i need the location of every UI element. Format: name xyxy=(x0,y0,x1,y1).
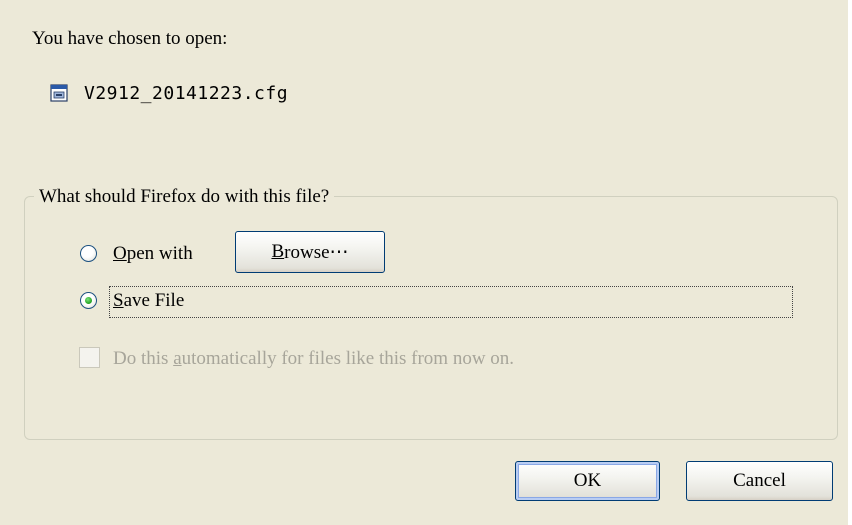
download-dialog: You have chosen to open: V2912_20141223.… xyxy=(0,0,852,525)
save-file-mnemonic: S xyxy=(113,290,124,311)
save-file-radio-dot xyxy=(85,297,92,304)
auto-mnemonic: a xyxy=(173,348,182,369)
open-with-radio[interactable] xyxy=(80,245,97,262)
browse-button[interactable]: Browse⋯ xyxy=(235,231,385,273)
groupbox-title: What should Firefox do with this file? xyxy=(34,184,335,210)
save-file-label-text: ave File xyxy=(123,290,185,311)
auto-checkbox-label[interactable]: Do this automatically for files like thi… xyxy=(113,347,514,371)
auto-label-after: utomatically for files like this from no… xyxy=(181,348,515,369)
auto-label-before: Do this xyxy=(113,348,174,369)
file-row: V2912_20141223.cfg xyxy=(50,80,288,106)
cancel-button[interactable]: Cancel xyxy=(686,461,833,501)
dialog-right-edge xyxy=(848,0,852,525)
save-file-label[interactable]: Save File xyxy=(113,289,184,313)
open-with-label[interactable]: Open with xyxy=(113,242,193,266)
open-with-mnemonic: O xyxy=(113,243,127,264)
browse-label-text: rowse⋯ xyxy=(284,241,349,263)
document-icon xyxy=(50,84,68,102)
action-groupbox xyxy=(24,196,838,440)
auto-checkbox[interactable] xyxy=(79,347,100,368)
open-with-label-text: pen with xyxy=(126,243,193,264)
browse-mnemonic: B xyxy=(271,241,285,262)
file-name: V2912_20141223.cfg xyxy=(84,82,289,104)
save-file-radio[interactable] xyxy=(80,292,97,309)
ok-button[interactable]: OK xyxy=(515,461,660,501)
dialog-heading: You have chosen to open: xyxy=(32,28,228,49)
save-file-focus-rect xyxy=(109,286,793,318)
